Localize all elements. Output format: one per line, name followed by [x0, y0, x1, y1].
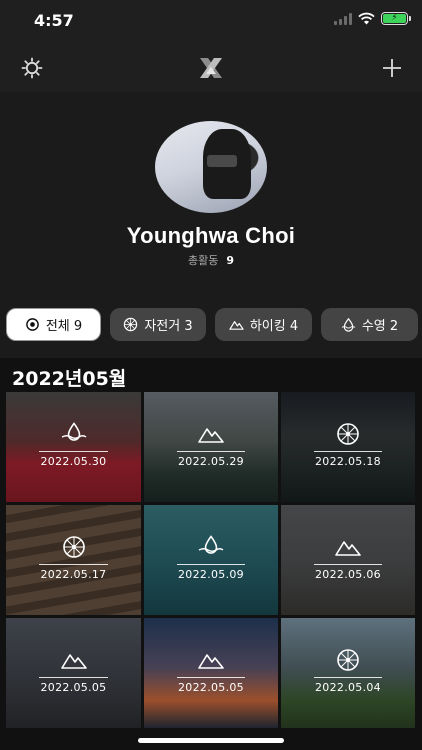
- avatar-visor-shape: [207, 155, 237, 167]
- app-logo-icon: [200, 58, 222, 78]
- mountain-icon: [229, 321, 244, 330]
- filter-bike-label: 자전거 3: [144, 319, 193, 334]
- filter-all-label: 전체 9: [45, 319, 83, 334]
- nav-bar: [0, 44, 422, 92]
- profile-stats: 총활동 9: [0, 252, 422, 268]
- filter-swim-label: 수영 2: [361, 319, 399, 334]
- mountain-icon: [335, 541, 361, 556]
- activity-tile[interactable]: 2022.05.09: [144, 505, 278, 615]
- avatar[interactable]: [155, 121, 267, 213]
- activity-tile[interactable]: 2022.05.17: [6, 505, 141, 615]
- bike-wheel-icon: [337, 649, 359, 671]
- activity-grid: 2022.05.30 2022.05.29 2022.05.18 2022.05…: [6, 392, 416, 728]
- activity-date: 2022.05.09: [178, 568, 244, 581]
- activity-tile[interactable]: 2022.05.29: [144, 392, 278, 502]
- filter-bike-button[interactable]: 자전거 3: [110, 308, 206, 341]
- activity-date: 2022.05.29: [178, 455, 244, 468]
- bike-wheel-icon: [62, 536, 85, 558]
- home-indicator[interactable]: [138, 738, 284, 743]
- activity-tile[interactable]: 2022.05.05: [6, 618, 141, 728]
- battery-icon: ⚡: [381, 12, 411, 25]
- settings-icon[interactable]: [20, 56, 44, 80]
- mountain-icon: [198, 654, 224, 669]
- activity-tile[interactable]: 2022.05.18: [281, 392, 415, 502]
- activity-date: 2022.05.05: [40, 681, 107, 694]
- status-icons: ⚡: [334, 12, 411, 25]
- add-icon[interactable]: [380, 56, 404, 80]
- mountain-icon: [60, 654, 87, 669]
- status-bar: 4:57 ⚡: [0, 0, 422, 44]
- wifi-icon: [358, 12, 375, 25]
- activity-date: 2022.05.05: [178, 681, 244, 694]
- month-title: 2022년05월: [12, 368, 127, 390]
- activity-date: 2022.05.04: [315, 681, 381, 694]
- eye-icon: [26, 318, 39, 331]
- status-time: 4:57: [34, 11, 74, 30]
- filter-all-button[interactable]: 전체 9: [6, 308, 101, 341]
- activity-tile[interactable]: 2022.05.05: [144, 618, 278, 728]
- filter-swim-button[interactable]: 수영 2: [321, 308, 418, 341]
- profile-name: Younghwa Choi: [126, 223, 296, 248]
- activity-tile[interactable]: 2022.05.30: [6, 392, 141, 502]
- activity-date: 2022.05.30: [40, 455, 107, 468]
- activity-date: 2022.05.17: [40, 568, 107, 581]
- mountain-icon: [198, 428, 224, 443]
- bike-wheel-icon: [337, 423, 359, 445]
- water-drop-icon: [341, 317, 356, 332]
- activity-date: 2022.05.06: [315, 568, 381, 581]
- filter-hiking-label: 하이킹 4: [249, 319, 299, 334]
- bike-wheel-icon: [124, 317, 138, 332]
- filter-hiking-button[interactable]: 하이킹 4: [215, 308, 312, 341]
- activity-date: 2022.05.18: [315, 455, 381, 468]
- water-drop-icon: [198, 535, 224, 554]
- total-activity-label: 총활동: [187, 254, 219, 267]
- activity-tile[interactable]: 2022.05.06: [281, 505, 415, 615]
- total-activity-value: 9: [226, 254, 235, 267]
- water-drop-icon: [61, 422, 86, 441]
- activity-filter-bar: 전체 9 자전거 3 하이킹 4 수영 2: [6, 308, 418, 341]
- cellular-signal-icon: [334, 12, 352, 25]
- activity-tile[interactable]: 2022.05.04: [281, 618, 415, 728]
- profile-section: Younghwa Choi 총활동 9 전체 9 자전거 3 하이킹 4 수영 …: [0, 92, 422, 358]
